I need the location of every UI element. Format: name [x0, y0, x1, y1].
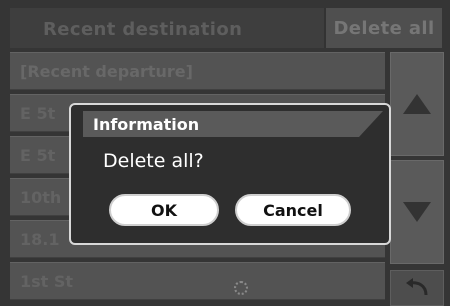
dialog-message: Delete all? [103, 150, 204, 172]
information-dialog: Information Delete all? OK Cancel [69, 103, 391, 245]
ok-button[interactable]: OK [109, 194, 219, 226]
loading-spinner-icon [234, 281, 248, 295]
cancel-button[interactable]: Cancel [235, 194, 351, 226]
navigation-screen: Recent destination Delete all [Recent de… [0, 0, 450, 306]
dialog-title: Information [93, 115, 200, 134]
